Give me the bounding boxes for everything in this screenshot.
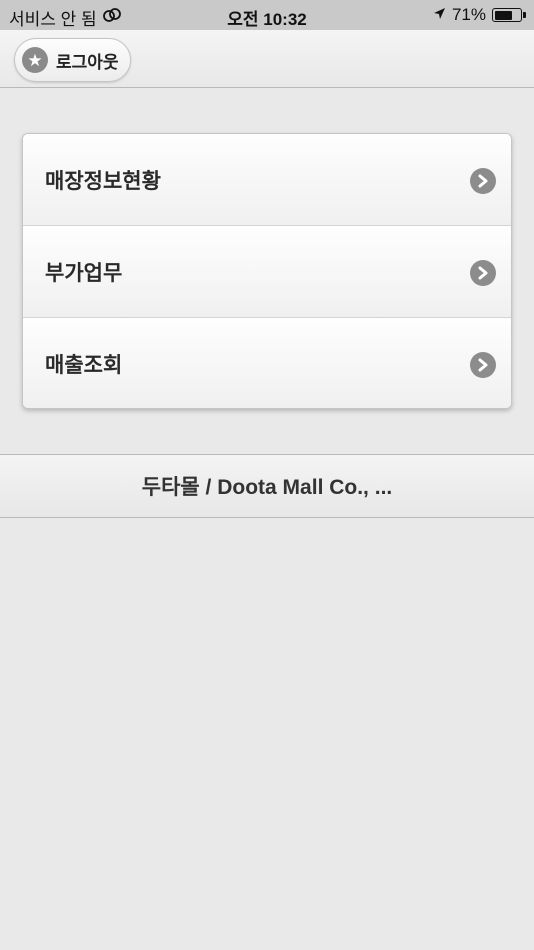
battery-icon [492, 8, 526, 22]
menu-item-sales-inquiry[interactable]: 매출조회 [23, 318, 511, 408]
logout-label: 로그아웃 [56, 52, 119, 72]
chevron-right-icon [470, 168, 496, 194]
chevron-right-icon [470, 352, 496, 378]
menu-item-label: 부가업무 [45, 261, 123, 285]
menu-item-label: 매출조회 [45, 354, 123, 377]
logout-button[interactable]: ★ 로그아웃 [14, 38, 131, 82]
menu-item-store-info[interactable]: 매장정보현황 [23, 134, 511, 226]
header-bar: ★ 로그아웃 [0, 30, 534, 88]
battery-level [494, 10, 513, 20]
location-arrow-icon [433, 5, 446, 25]
menu-item-label: 매장정보현황 [45, 169, 161, 193]
battery-percent: 71% [451, 5, 486, 24]
footer-text: 두타몰 / Doota Mall Co., ... [141, 476, 393, 499]
footer-bar: 두타몰 / Doota Mall Co., ... [0, 454, 534, 518]
menu-item-additional-tasks[interactable]: 부가업무 [23, 226, 511, 318]
star-icon: ★ [22, 47, 48, 73]
main-menu: 매장정보현황 부가업무 매출조회 [22, 133, 512, 409]
status-right: 71% [433, 5, 526, 25]
status-bar: 서비스 안 됨 오전 10:32 71% [0, 0, 534, 30]
chevron-right-icon [470, 260, 496, 286]
